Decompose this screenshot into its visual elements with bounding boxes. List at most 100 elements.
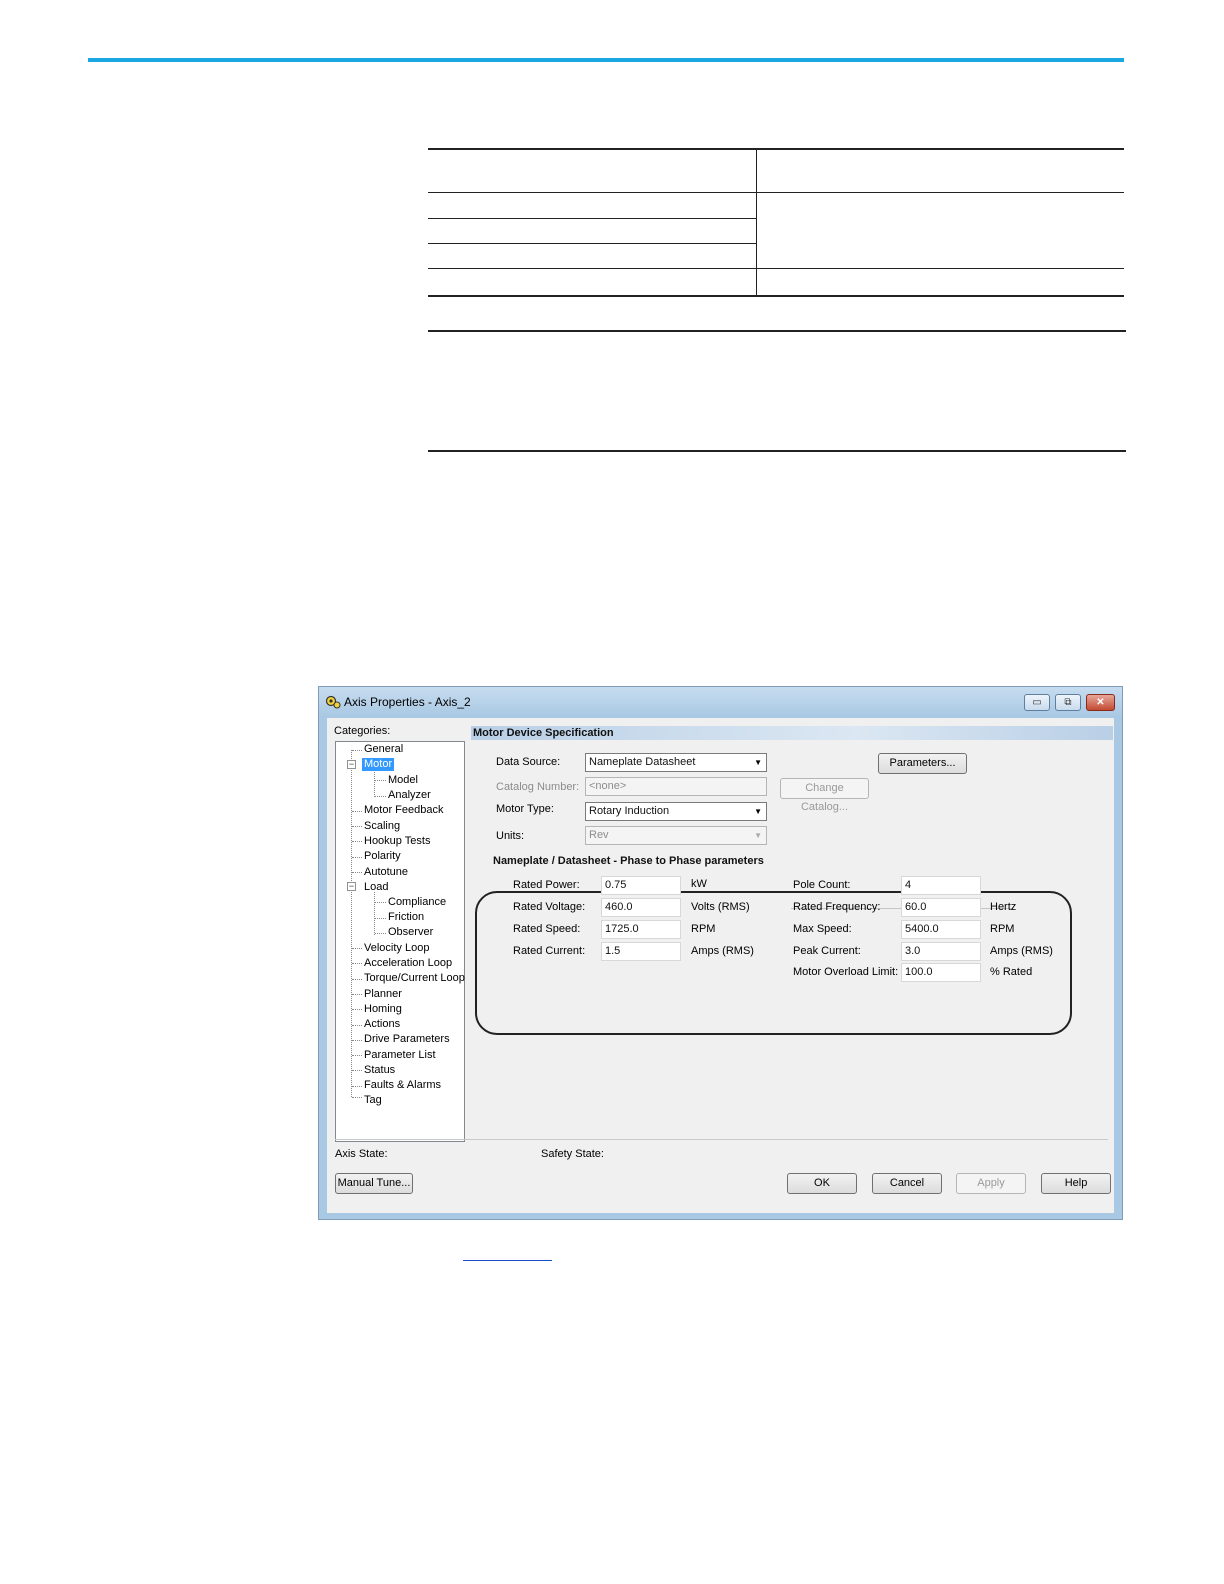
max-speed-input[interactable]: 5400.0 bbox=[901, 920, 981, 939]
table-divider bbox=[756, 149, 757, 296]
axis-state-label: Axis State: bbox=[335, 1148, 388, 1160]
tree-item-drive-parameters[interactable]: Drive Parameters bbox=[364, 1033, 450, 1046]
collapse-motor-icon[interactable]: − bbox=[347, 760, 356, 769]
rated-current-label: Rated Current: bbox=[513, 945, 586, 957]
tree-item-observer[interactable]: Observer bbox=[388, 926, 433, 939]
header-rule bbox=[88, 58, 1124, 62]
overload-limit-label: Motor Overload Limit: bbox=[793, 966, 899, 978]
chevron-down-icon: ▼ bbox=[754, 831, 762, 840]
tree-guide bbox=[374, 770, 375, 797]
motor-type-select[interactable]: Rotary Induction ▼ bbox=[585, 802, 767, 821]
chevron-down-icon: ▼ bbox=[754, 758, 762, 767]
tree-item-friction[interactable]: Friction bbox=[388, 911, 424, 924]
rated-current-unit: Amps (RMS) bbox=[691, 945, 754, 957]
tree-item-motor[interactable]: Motor bbox=[362, 758, 395, 771]
collapse-load-icon[interactable]: − bbox=[347, 882, 356, 891]
tree-item-velocity-loop[interactable]: Velocity Loop bbox=[364, 942, 429, 955]
rated-frequency-label: Rated Frequency: bbox=[793, 901, 881, 913]
safety-state-label: Safety State: bbox=[541, 1148, 604, 1160]
rated-speed-input[interactable]: 1725.0 bbox=[601, 920, 681, 939]
max-speed-unit: RPM bbox=[990, 923, 1015, 935]
restore-button[interactable]: ⧉ bbox=[1055, 694, 1081, 711]
rated-speed-unit: RPM bbox=[691, 923, 716, 935]
catalog-number-field: <none> bbox=[585, 777, 767, 796]
tree-guide bbox=[374, 892, 375, 935]
tree-item-hookup-tests[interactable]: Hookup Tests bbox=[364, 835, 430, 848]
dialog-client: Categories: − − General Motor Model Anal… bbox=[327, 718, 1114, 1213]
table-rule bbox=[428, 295, 1124, 297]
axis-properties-dialog: Axis Properties - Axis_2 ▭ ⧉ ✕ Categorie… bbox=[318, 686, 1123, 1220]
tree-item-load[interactable]: Load bbox=[364, 881, 388, 894]
title-bar[interactable]: Axis Properties - Axis_2 ▭ ⧉ ✕ bbox=[319, 687, 1122, 717]
rated-speed-label: Rated Speed: bbox=[513, 923, 581, 935]
tree-item-analyzer[interactable]: Analyzer bbox=[388, 789, 431, 802]
catalog-number-value: <none> bbox=[589, 780, 627, 792]
tree-item-actions[interactable]: Actions bbox=[364, 1018, 400, 1031]
motor-type-value: Rotary Induction bbox=[589, 805, 670, 817]
tree-item-motor-feedback[interactable]: Motor Feedback bbox=[364, 804, 443, 817]
tree-guide bbox=[351, 750, 352, 1097]
tree-item-homing[interactable]: Homing bbox=[364, 1003, 402, 1016]
data-source-select[interactable]: Nameplate Datasheet ▼ bbox=[585, 753, 767, 772]
tree-item-compliance[interactable]: Compliance bbox=[388, 896, 446, 909]
table-rule bbox=[428, 192, 1124, 193]
tree-item-status[interactable]: Status bbox=[364, 1064, 395, 1077]
close-button[interactable]: ✕ bbox=[1086, 694, 1115, 711]
rated-voltage-unit: Volts (RMS) bbox=[691, 901, 750, 913]
tree-item-general[interactable]: General bbox=[364, 743, 403, 756]
parameters-button[interactable]: Parameters... bbox=[878, 753, 967, 774]
peak-current-label: Peak Current: bbox=[793, 945, 861, 957]
nameplate-group-title: Nameplate / Datasheet - Phase to Phase p… bbox=[493, 855, 764, 867]
tree-item-polarity[interactable]: Polarity bbox=[364, 850, 401, 863]
tree-item-torque-current-loop[interactable]: Torque/Current Loop bbox=[364, 972, 465, 985]
units-label: Units: bbox=[496, 830, 525, 842]
tree-item-model[interactable]: Model bbox=[388, 774, 418, 787]
units-value: Rev bbox=[589, 829, 609, 841]
tree-item-planner[interactable]: Planner bbox=[364, 988, 402, 1001]
overload-limit-unit: % Rated bbox=[990, 966, 1033, 978]
pole-count-label: Pole Count: bbox=[793, 879, 851, 891]
max-speed-label: Max Speed: bbox=[793, 923, 852, 935]
rated-power-label: Rated Power: bbox=[513, 879, 580, 891]
ok-button[interactable]: OK bbox=[787, 1173, 857, 1194]
rated-voltage-input[interactable]: 460.0 bbox=[601, 898, 681, 917]
rated-power-input[interactable]: 0.75 bbox=[601, 876, 681, 895]
peak-current-input[interactable]: 3.0 bbox=[901, 942, 981, 961]
manual-tune-button[interactable]: Manual Tune... bbox=[335, 1173, 413, 1194]
minimize-button[interactable]: ▭ bbox=[1024, 694, 1050, 711]
categories-tree[interactable]: − − General Motor Model Analyzer Motor F… bbox=[335, 741, 465, 1142]
change-catalog-button[interactable]: Change Catalog... bbox=[780, 778, 869, 813]
peak-current-unit: Amps (RMS) bbox=[990, 945, 1053, 957]
hyperlink-underline[interactable] bbox=[463, 1260, 552, 1261]
dialog-title: Axis Properties - Axis_2 bbox=[344, 695, 471, 709]
rated-frequency-unit: Hertz bbox=[990, 901, 1017, 913]
categories-label: Categories: bbox=[334, 725, 391, 737]
rated-current-input[interactable]: 1.5 bbox=[601, 942, 681, 961]
motor-type-label: Motor Type: bbox=[496, 803, 554, 815]
tree-item-autotune[interactable]: Autotune bbox=[364, 866, 408, 879]
footer-separator bbox=[335, 1139, 1108, 1140]
tree-item-parameter-list[interactable]: Parameter List bbox=[364, 1049, 436, 1062]
help-button[interactable]: Help bbox=[1041, 1173, 1111, 1194]
tree-item-acceleration-loop[interactable]: Acceleration Loop bbox=[364, 957, 452, 970]
overload-limit-input[interactable]: 100.0 bbox=[901, 963, 981, 982]
table-rule bbox=[428, 268, 1124, 269]
note-rule-bottom bbox=[428, 450, 1126, 452]
data-source-value: Nameplate Datasheet bbox=[589, 756, 696, 768]
table-rule bbox=[428, 243, 757, 244]
tree-item-faults-alarms[interactable]: Faults & Alarms bbox=[364, 1079, 441, 1092]
tree-item-tag[interactable]: Tag bbox=[364, 1094, 382, 1107]
data-source-label: Data Source: bbox=[496, 756, 561, 768]
chevron-down-icon: ▼ bbox=[754, 807, 762, 816]
apply-button[interactable]: Apply bbox=[956, 1173, 1026, 1194]
rated-frequency-input[interactable]: 60.0 bbox=[901, 898, 981, 917]
table-rule bbox=[428, 218, 757, 219]
rated-power-unit: kW bbox=[691, 878, 707, 890]
tree-item-scaling[interactable]: Scaling bbox=[364, 820, 400, 833]
pole-count-input[interactable]: 4 bbox=[901, 876, 981, 895]
gear-icon bbox=[325, 695, 341, 709]
units-select: Rev ▼ bbox=[585, 826, 767, 845]
note-rule-top bbox=[428, 330, 1126, 332]
cancel-button[interactable]: Cancel bbox=[872, 1173, 942, 1194]
rated-voltage-label: Rated Voltage: bbox=[513, 901, 586, 913]
